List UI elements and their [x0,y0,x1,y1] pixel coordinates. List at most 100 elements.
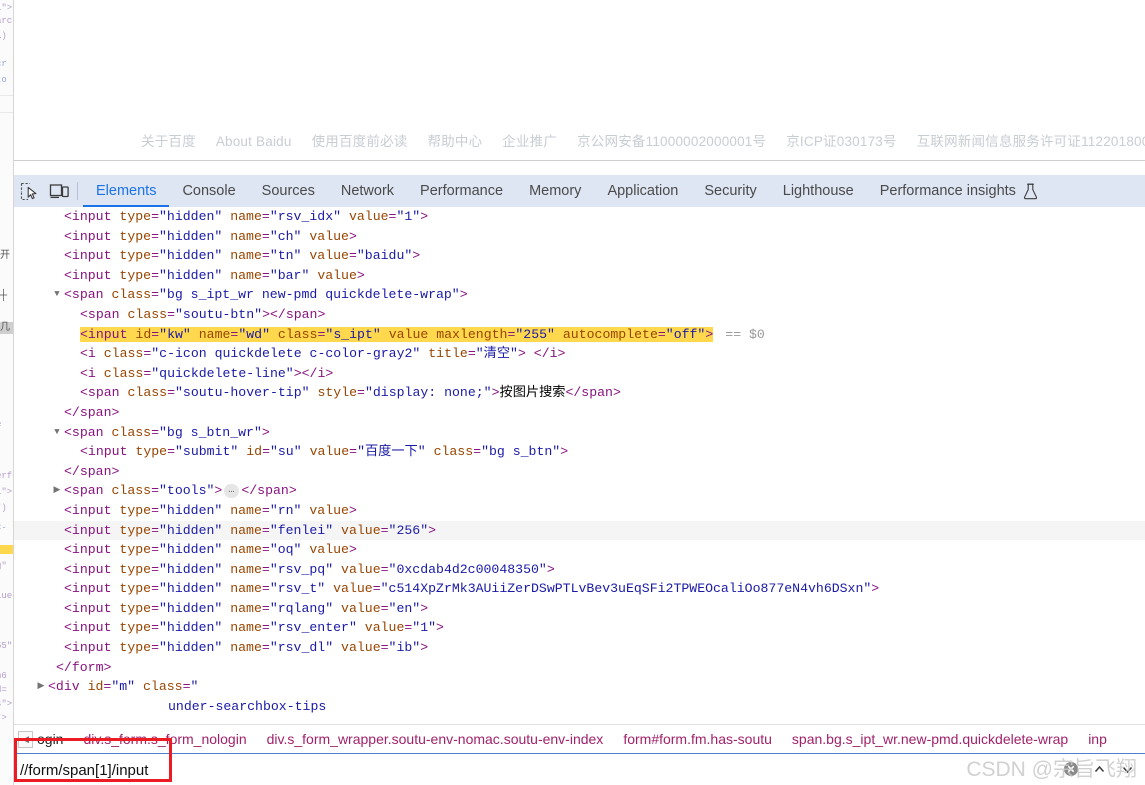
dom-tree-row[interactable]: <input type="hidden" name="rsv_idx" valu… [14,207,1145,227]
code-token-attr: maxlength [436,326,508,342]
chevron-up-icon[interactable] [1087,757,1111,781]
cancel-icon[interactable] [1059,757,1083,781]
dom-tree-row[interactable]: <input type="hidden" name="oq" value> [14,540,1145,560]
breadcrumb-item[interactable]: span.bg.s_ipt_wr.new-pmd.quickdelete-wra… [782,731,1078,747]
breadcrumb-item[interactable]: div.s_form.s_form_nologin [73,731,256,747]
tab-memory[interactable]: Memory [516,175,594,207]
code-token-tag: input [71,581,112,597]
inspect-element-icon[interactable] [14,175,44,207]
breadcrumb-item[interactable]: ogin [27,731,73,747]
dom-tree-row[interactable]: <i class="c-icon quickdelete c-color-gra… [14,344,1145,364]
tab-application[interactable]: Application [594,175,691,207]
code-token-punct: = [261,502,270,518]
dom-tree-row[interactable]: <i class="quickdelete-line"></i> [14,364,1145,384]
code-token-punct: = [151,483,159,499]
code-token-punct: > [420,640,429,656]
code-token-attr: id [135,326,152,342]
code-token-punct: > [491,385,500,401]
dom-tree-code: <span class="soutu-hover-tip" style="dis… [80,385,621,400]
code-token-attr: id [87,679,104,695]
code-token-attr: type [119,561,152,577]
code-token-tag: span [257,483,289,499]
footer-link[interactable]: 企业推广 [502,134,557,149]
chevron-down-icon[interactable] [1115,757,1139,781]
dom-tree-row[interactable]: <input type="hidden" name="rsv_enter" va… [14,618,1145,638]
tab-performance[interactable]: Performance [407,175,516,207]
code-token-tag: input [71,561,112,577]
dom-tree-row[interactable]: <input type="hidden" name="rqlang" value… [14,599,1145,619]
dom-tree-row[interactable]: <span class="soutu-hover-tip" style="dis… [14,383,1145,403]
dom-tree-row[interactable]: <span class="soutu-btn"></span> [14,305,1145,325]
code-token-val: "soutu-btn" [175,306,263,322]
tab-performance-insights[interactable]: Performance insights [867,175,1051,207]
tab-sources[interactable]: Sources [249,175,328,207]
code-token-attr: value [341,561,381,577]
code-token-punct: > [560,444,569,460]
code-token-val: "wd" [238,326,270,342]
code-token-tag: input [71,542,112,558]
breadcrumb-item[interactable]: inp [1078,731,1117,747]
code-token-punct: < [64,542,72,558]
dom-tree-row[interactable]: <input type="submit" id="su" value="百度一下… [14,442,1145,462]
expand-ellipsis-icon[interactable]: … [224,483,240,498]
dom-tree-row[interactable]: </span> [14,462,1145,482]
tab-elements[interactable]: Elements [83,175,169,207]
dom-tree-row[interactable]: ▶ <div id="m" class=" [14,677,1145,697]
dom-tree-row[interactable]: <input type="hidden" name="rsv_pq" value… [14,560,1145,580]
code-token-punct: < [80,306,88,322]
dom-tree-row[interactable]: under-searchbox-tips [14,697,1145,717]
dom-tree-row[interactable]: <input type="hidden" name="ch" value> [14,227,1145,247]
dom-tree-row[interactable]: ▶ <span class="tools">… </span> [14,481,1145,501]
code-token-punct: = [151,600,159,616]
expand-triangle-icon[interactable]: ▶ [52,481,62,501]
device-toolbar-icon[interactable] [44,175,74,207]
tab-label: Performance [420,183,504,199]
dom-tree-code: <input type="hidden" name="rsv_pq" value… [64,562,555,577]
dom-tree-row[interactable]: <input type="hidden" name="rsv_dl" value… [14,638,1145,658]
dom-tree-code: <input type="hidden" name="rsv_idx" valu… [64,209,428,224]
collapse-triangle-icon[interactable]: ▼ [52,423,62,443]
code-token-attr: id [246,444,263,460]
dom-tree[interactable]: <input type="hidden" name="rsv_idx" valu… [14,207,1145,724]
footer-link[interactable]: 帮助中心 [427,134,482,149]
footer-link[interactable]: 关于百度 [141,134,196,149]
search-input[interactable] [14,754,654,785]
footer-link[interactable]: 京公网安备11000002000001号 [577,134,766,149]
dom-tree-row[interactable]: <input type="hidden" name="bar" value> [14,266,1145,286]
breadcrumb-item[interactable]: form#form.fm.has-soutu [613,731,782,747]
code-token-attr: class [127,385,168,401]
dom-tree-row[interactable]: ▼ <span class="bg s_ipt_wr new-pmd quickd… [14,285,1145,305]
dom-tree-code: <input type="hidden" name="rqlang" value… [64,601,428,616]
footer-link[interactable]: 使用百度前必读 [312,134,408,149]
tab-console[interactable]: Console [169,175,248,207]
dom-tree-row[interactable]: <input type="hidden" name="tn" value="ba… [14,246,1145,266]
dom-tree-row[interactable]: <input type="hidden" name="rsv_t" value=… [14,579,1145,599]
dom-tree-code: <span class="soutu-btn"></span> [80,307,325,322]
footer-link[interactable]: 互联网新闻信息服务许可证11220180008 [917,134,1145,149]
code-token-tag: div [55,679,80,695]
baidu-footer-links: 关于百度 About Baidu 使用百度前必读 帮助中心 企业推广 京公网安备11000… [141,130,1145,150]
dom-tree-row[interactable]: <input type="hidden" name="rn" value> [14,501,1145,521]
dom-tree-row[interactable]: </form> [14,658,1145,678]
expand-triangle-icon[interactable]: ▶ [36,677,46,697]
collapse-triangle-icon[interactable]: ▼ [52,285,62,305]
footer-link[interactable]: About Baidu [216,134,292,149]
code-token-punct: = [261,228,270,244]
tab-security[interactable]: Security [691,175,769,207]
dom-tree-row[interactable]: <input type="hidden" name="fenlei" value… [14,520,1145,541]
tab-lighthouse[interactable]: Lighthouse [770,175,867,207]
tab-network[interactable]: Network [328,175,407,207]
breadcrumb-item[interactable]: div.s_form_wrapper.soutu-env-nomac.soutu… [257,731,614,747]
dom-tree-code: <input type="hidden" name="oq" value> [64,542,357,557]
code-token-tag: span [79,404,112,420]
code-token-val: "ib" [388,640,421,656]
code-token-tag: input [87,326,128,342]
dom-tree-row[interactable]: ▼ <span class="bg s_btn_wr"> [14,423,1145,443]
code-token-punct: = [261,267,270,283]
code-token-punct: < [80,346,88,362]
dom-tree-row[interactable]: <input id="kw" name="wd" class="s_ipt" v… [14,325,1145,345]
code-token-tag: span [71,287,104,303]
footer-link[interactable]: 京ICP证030173号 [786,134,896,149]
dom-tree-row[interactable]: </span> [14,403,1145,423]
